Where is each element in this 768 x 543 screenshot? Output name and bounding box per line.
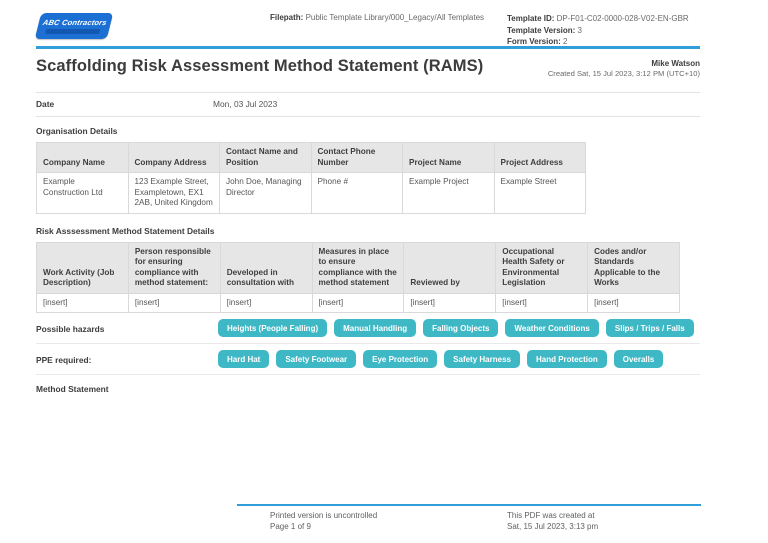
footer-divider-rule bbox=[237, 504, 701, 506]
organisation-details-heading: Organisation Details bbox=[36, 126, 700, 136]
hazard-tag: Manual Handling bbox=[334, 319, 416, 337]
title-row: Scaffolding Risk Assessment Method State… bbox=[36, 57, 700, 79]
date-row: Date Mon, 03 Jul 2023 bbox=[36, 92, 700, 117]
logo-text: ABC Contractors bbox=[42, 18, 108, 27]
column-header: Project Name bbox=[403, 143, 495, 173]
insert-cell: [insert] bbox=[312, 293, 404, 313]
column-header: Occupational Health Safety or Environmen… bbox=[496, 242, 588, 293]
abc-contractors-logo: ABC Contractors bbox=[35, 13, 113, 39]
page-title: Scaffolding Risk Assessment Method State… bbox=[36, 57, 483, 76]
insert-cell: [insert] bbox=[496, 293, 588, 313]
possible-hazards-row: Possible hazards Heights (People Falling… bbox=[36, 313, 700, 344]
column-header: Contact Name and Position bbox=[220, 143, 312, 173]
ppe-tag: Hard Hat bbox=[218, 350, 269, 368]
method-statement-heading: Method Statement bbox=[36, 384, 700, 394]
ppe-tags: Hard Hat Safety Footwear Eye Protection … bbox=[218, 350, 663, 368]
template-version-label: Template Version: bbox=[507, 26, 575, 35]
author-name: Mike Watson bbox=[548, 59, 700, 69]
column-header: Reviewed by bbox=[404, 242, 496, 293]
template-id-label: Template ID: bbox=[507, 14, 554, 23]
column-header: Company Name bbox=[37, 143, 129, 173]
logo-tagline-bar bbox=[45, 29, 100, 34]
created-block: Mike Watson Created Sat, 15 Jul 2023, 3:… bbox=[548, 57, 700, 79]
insert-cell: [insert] bbox=[588, 293, 680, 313]
header-divider-rule bbox=[36, 46, 700, 49]
template-version-value: 3 bbox=[575, 26, 582, 35]
hazard-tag: Weather Conditions bbox=[505, 319, 598, 337]
pdf-created-timestamp: Sat, 15 Jul 2023, 3:13 pm bbox=[507, 521, 598, 532]
template-version-line: Template Version: 3 bbox=[507, 25, 689, 37]
template-id-value: DP-F01-C02-0000-028-V02-EN-GBR bbox=[554, 14, 688, 23]
table-row: Example Construction Ltd 123 Example Str… bbox=[37, 173, 586, 214]
company-address-cell: 123 Example Street, Exampletown, EX1 2AB… bbox=[128, 173, 220, 214]
possible-hazards-label: Possible hazards bbox=[36, 319, 218, 334]
insert-cell: [insert] bbox=[128, 293, 220, 313]
ppe-tag: Hand Protection bbox=[527, 350, 607, 368]
ppe-tag: Safety Footwear bbox=[276, 350, 356, 368]
ppe-required-row: PPE required: Hard Hat Safety Footwear E… bbox=[36, 344, 700, 375]
hazard-tag: Slips / Trips / Falls bbox=[606, 319, 694, 337]
form-content: Date Mon, 03 Jul 2023 Organisation Detai… bbox=[36, 92, 700, 394]
footer-left-block: Printed version is uncontrolled Page 1 o… bbox=[270, 510, 377, 532]
project-address-cell: Example Street bbox=[494, 173, 586, 214]
filepath-line: Filepath: Public Template Library/000_Le… bbox=[270, 13, 484, 22]
ppe-required-label: PPE required: bbox=[36, 350, 218, 365]
date-value: Mon, 03 Jul 2023 bbox=[213, 99, 277, 109]
printed-version-note: Printed version is uncontrolled bbox=[270, 510, 377, 521]
template-meta: Template ID: DP-F01-C02-0000-028-V02-EN-… bbox=[507, 13, 689, 48]
column-header: Measures in place to ensure compliance w… bbox=[312, 242, 404, 293]
ppe-tag: Eye Protection bbox=[363, 350, 437, 368]
table-header-row: Company Name Company Address Contact Nam… bbox=[37, 143, 586, 173]
hazard-tags: Heights (People Falling) Manual Handling… bbox=[218, 319, 694, 337]
rams-details-heading: Risk Asssessment Method Statement Detail… bbox=[36, 226, 700, 236]
insert-cell: [insert] bbox=[404, 293, 496, 313]
contact-phone-cell: Phone # bbox=[311, 173, 403, 214]
column-header: Codes and/or Standards Applicable to the… bbox=[588, 242, 680, 293]
form-version-value: 2 bbox=[561, 37, 568, 46]
page-number: Page 1 of 9 bbox=[270, 521, 377, 532]
hazard-tag: Falling Objects bbox=[423, 319, 498, 337]
contact-name-cell: John Doe, Managing Director bbox=[220, 173, 312, 214]
filepath-value: Public Template Library/000_Legacy/All T… bbox=[303, 13, 484, 22]
template-id-line: Template ID: DP-F01-C02-0000-028-V02-EN-… bbox=[507, 13, 689, 25]
hazard-tag: Heights (People Falling) bbox=[218, 319, 327, 337]
table-header-row: Work Activity (Job Description) Person r… bbox=[37, 242, 680, 293]
column-header: Person responsible for ensuring complian… bbox=[128, 242, 220, 293]
company-name-cell: Example Construction Ltd bbox=[37, 173, 129, 214]
filepath-label: Filepath: bbox=[270, 13, 303, 22]
pdf-created-label: This PDF was created at bbox=[507, 510, 598, 521]
column-header: Contact Phone Number bbox=[311, 143, 403, 173]
insert-cell: [insert] bbox=[37, 293, 129, 313]
date-label: Date bbox=[36, 99, 213, 109]
ppe-tag: Overalls bbox=[614, 350, 664, 368]
rams-details-table: Work Activity (Job Description) Person r… bbox=[36, 242, 680, 314]
created-timestamp: Created Sat, 15 Jul 2023, 3:12 PM (UTC+1… bbox=[548, 69, 700, 79]
rams-document-page: ABC Contractors Filepath: Public Templat… bbox=[0, 0, 768, 543]
project-name-cell: Example Project bbox=[403, 173, 495, 214]
form-version-label: Form Version: bbox=[507, 37, 561, 46]
column-header: Company Address bbox=[128, 143, 220, 173]
column-header: Project Address bbox=[494, 143, 586, 173]
table-row: [insert] [insert] [insert] [insert] [ins… bbox=[37, 293, 680, 313]
column-header: Work Activity (Job Description) bbox=[37, 242, 129, 293]
column-header: Developed in consultation with bbox=[220, 242, 312, 293]
footer-right-block: This PDF was created at Sat, 15 Jul 2023… bbox=[507, 510, 598, 532]
organisation-details-table: Company Name Company Address Contact Nam… bbox=[36, 142, 586, 214]
insert-cell: [insert] bbox=[220, 293, 312, 313]
ppe-tag: Safety Harness bbox=[444, 350, 520, 368]
